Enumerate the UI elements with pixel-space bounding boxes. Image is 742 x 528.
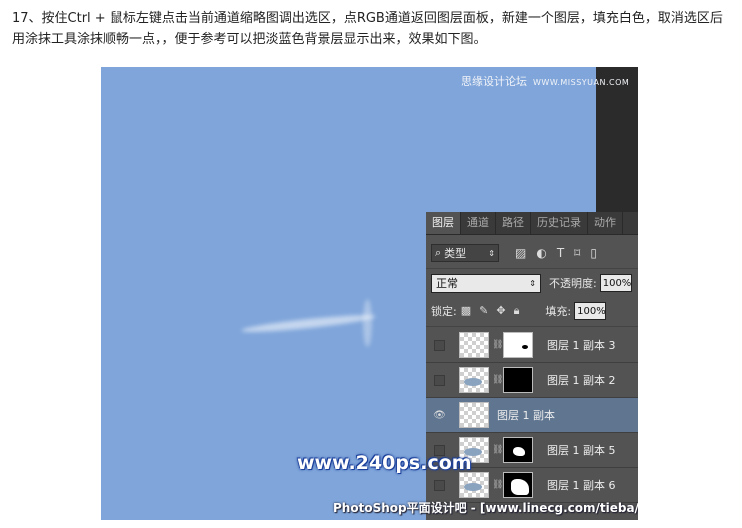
layer-thumbnail[interactable]: [459, 472, 489, 498]
eye-icon[interactable]: 👁︎: [433, 410, 446, 421]
tab-layers[interactable]: 图层: [426, 212, 461, 234]
watermark-top: 思缘设计论坛 WWW.MISSYUAN.COM: [461, 73, 629, 89]
layer-name[interactable]: 图层 1 副本 3: [547, 337, 616, 353]
watermark-top-text: 思缘设计论坛: [461, 75, 527, 88]
tab-paths[interactable]: 路径: [496, 212, 531, 234]
link-chain-icon[interactable]: ⛓︎: [492, 480, 503, 490]
tab-actions[interactable]: 动作: [588, 212, 623, 234]
updown-arrow-icon: ⇕: [488, 248, 495, 258]
layer-thumbnail[interactable]: [459, 332, 489, 358]
watermark-center: www.240ps.com: [297, 452, 472, 474]
layer-thumbnail[interactable]: [459, 402, 489, 428]
layer-name[interactable]: 图层 1 副本 2: [547, 372, 616, 388]
blend-mode-value: 正常: [436, 277, 458, 290]
divider: [426, 326, 638, 327]
blend-row: 正常 ⇕ 不透明度: 100%: [426, 270, 638, 296]
fill-label: 填充:: [545, 305, 572, 318]
lock-paint-icon[interactable]: ✎: [479, 304, 488, 318]
white-smudge-stroke-tail: [363, 299, 372, 347]
lock-transparent-icon[interactable]: ▩: [461, 304, 471, 318]
layer-name[interactable]: 图层 1 副本 6: [547, 477, 616, 493]
adjustment-filter-icon[interactable]: ◐: [536, 246, 546, 260]
layer-name[interactable]: 图层 1 副本: [497, 407, 555, 423]
visibility-toggle[interactable]: [434, 374, 445, 386]
document-canvas[interactable]: 思缘设计论坛 WWW.MISSYUAN.COM 图层 通道 路径 历史记录 动作 …: [101, 67, 638, 520]
layer-row[interactable]: ⛓︎ 图层 1 副本 2: [426, 363, 638, 398]
workspace-background: [596, 67, 638, 215]
layer-mask-thumbnail[interactable]: [503, 367, 533, 393]
tab-history[interactable]: 历史记录: [531, 212, 588, 234]
link-chain-icon[interactable]: ⛓︎: [492, 445, 503, 455]
updown-arrow-icon: ⇕: [529, 278, 536, 288]
opacity-field[interactable]: 100%: [599, 274, 632, 292]
layer-name[interactable]: 图层 1 副本 5: [547, 442, 616, 458]
layer-mask-thumbnail[interactable]: [503, 472, 533, 498]
lock-all-icon[interactable]: 🔒︎: [514, 304, 520, 318]
watermark-bottom: PhotoShop平面设计吧 - [www.linecg.com/tieba/1…: [333, 501, 638, 515]
watermark-top-site: WWW.MISSYUAN.COM: [533, 78, 630, 87]
filter-type-select[interactable]: ⌕ 类型 ⇕: [431, 244, 499, 262]
tab-channels[interactable]: 通道: [461, 212, 496, 234]
opacity-label: 不透明度:: [549, 277, 597, 290]
lock-label: 锁定:: [431, 305, 457, 318]
layer-list: ⛓︎ 图层 1 副本 3 ⛓︎ 图层 1 副本 2 👁︎ 图层 1 副本 ⛓︎: [426, 328, 638, 503]
filter-type-label: 类型: [444, 247, 467, 260]
link-chain-icon[interactable]: ⛓︎: [492, 375, 503, 385]
panel-tabs: 图层 通道 路径 历史记录 动作: [426, 212, 638, 235]
lock-row: 锁定: ▩ ✎ ✥ 🔒︎ 填充: 100%: [426, 298, 638, 324]
lock-move-icon[interactable]: ✥: [496, 304, 505, 318]
fill-field[interactable]: 100%: [574, 302, 607, 320]
filter-row: ⌕ 类型 ⇕ ▨ ◐ T ⌑ ▯: [426, 240, 638, 266]
image-filter-icon[interactable]: ▨: [515, 246, 526, 260]
text-filter-icon[interactable]: T: [557, 246, 564, 260]
layer-row[interactable]: ⛓︎ 图层 1 副本 3: [426, 328, 638, 363]
visibility-toggle[interactable]: [434, 339, 445, 351]
layer-row-selected[interactable]: 👁︎ 图层 1 副本: [426, 398, 638, 433]
search-icon: ⌕: [435, 246, 442, 259]
layer-mask-thumbnail[interactable]: [503, 437, 533, 463]
shape-filter-icon[interactable]: ⌑: [574, 246, 580, 260]
layer-mask-thumbnail[interactable]: [503, 332, 533, 358]
blend-mode-select[interactable]: 正常 ⇕: [431, 273, 541, 293]
white-smudge-stroke: [240, 311, 377, 336]
divider: [426, 268, 638, 269]
instruction-text: 17、按住Ctrl + 鼠标左键点击当前通道缩略图调出选区，点RGB通道返回图层…: [12, 11, 723, 47]
smart-object-filter-icon[interactable]: ▯: [590, 246, 597, 260]
link-chain-icon[interactable]: ⛓︎: [492, 340, 503, 350]
layer-thumbnail[interactable]: [459, 367, 489, 393]
visibility-toggle[interactable]: [434, 479, 445, 491]
